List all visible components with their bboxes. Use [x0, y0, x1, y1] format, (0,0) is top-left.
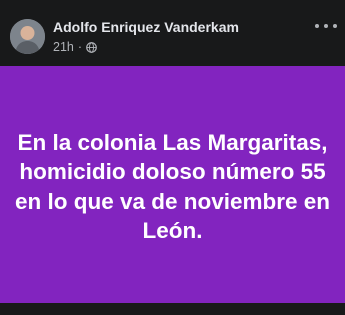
more-options-icon[interactable] — [315, 18, 337, 34]
more-dot — [315, 24, 319, 28]
globe-icon[interactable] — [86, 41, 97, 53]
more-dot — [324, 24, 328, 28]
text-post-background: En la colonia Las Margaritas, homicidio … — [0, 66, 345, 303]
post-footer — [0, 303, 345, 315]
post-time[interactable]: 21h — [53, 40, 74, 54]
more-dot — [333, 24, 337, 28]
avatar-photo-icon — [10, 19, 45, 54]
facebook-post: Adolfo Enriquez Vanderkam 21h · En la co… — [0, 0, 345, 315]
author-name[interactable]: Adolfo Enriquez Vanderkam — [53, 19, 239, 35]
post-meta: 21h · — [53, 40, 97, 54]
author-avatar[interactable] — [10, 19, 45, 54]
post-text: En la colonia Las Margaritas, homicidio … — [14, 129, 331, 244]
post-header: Adolfo Enriquez Vanderkam 21h · — [0, 0, 345, 66]
meta-separator: · — [77, 40, 83, 54]
